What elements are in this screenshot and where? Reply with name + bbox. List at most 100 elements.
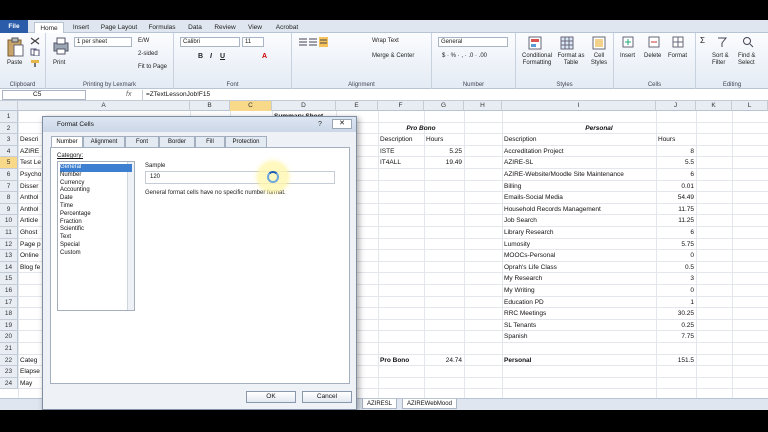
tab-alignment[interactable]: Alignment bbox=[83, 136, 125, 147]
category-list[interactable]: General Number Currency Accounting Date Time P… bbox=[57, 161, 135, 311]
tab-border[interactable]: Border bbox=[159, 136, 195, 147]
row-header-4[interactable]: 4 bbox=[0, 145, 18, 158]
category-item-special[interactable]: Special bbox=[60, 242, 132, 250]
column-header-h[interactable]: H bbox=[464, 101, 502, 111]
personal-hours-6[interactable]: 11.75 bbox=[658, 204, 694, 216]
personal-desc-11[interactable]: Oprah's Life Class bbox=[504, 262, 654, 274]
row-header-23[interactable]: 23 bbox=[0, 366, 18, 378]
personal-hours-8[interactable]: 6 bbox=[658, 227, 694, 239]
personal-desc-9[interactable]: Lumosity bbox=[504, 239, 654, 251]
personal-desc-13[interactable]: My Writing bbox=[504, 285, 654, 297]
pro-bono-desc-3[interactable]: IT4ALL bbox=[380, 157, 422, 169]
insert-cells-icon[interactable] bbox=[622, 36, 634, 48]
category-item-date[interactable]: Date bbox=[60, 195, 132, 203]
cut-icon[interactable] bbox=[30, 37, 40, 45]
personal-hours-5[interactable]: 54.49 bbox=[658, 192, 694, 204]
pro-bono-total-label[interactable]: Pro Bono bbox=[380, 355, 422, 367]
personal-hours-1[interactable]: 8 bbox=[658, 146, 694, 158]
tab-formulas[interactable]: Formulas bbox=[144, 22, 180, 33]
tab-review[interactable]: Review bbox=[210, 22, 240, 33]
tab-acrobat[interactable]: Acrobat bbox=[270, 22, 304, 33]
category-item-number[interactable]: Number bbox=[60, 172, 132, 180]
personal-desc-14[interactable]: Education PD bbox=[504, 297, 654, 309]
personal-hours-header[interactable]: Hours bbox=[658, 134, 694, 146]
personal-hours-15[interactable]: 30.25 bbox=[658, 308, 694, 320]
row-header-1[interactable]: 1 bbox=[0, 111, 18, 123]
pro-bono-hours-3[interactable]: 19.49 bbox=[426, 157, 462, 169]
insert-function-icon[interactable]: fx bbox=[92, 90, 138, 100]
row-header-18[interactable]: 18 bbox=[0, 308, 18, 320]
font-size-dropdown[interactable]: 11 bbox=[242, 37, 264, 47]
tab-protection[interactable]: Protection bbox=[225, 136, 267, 147]
two-sided-option[interactable]: 2-sided bbox=[138, 51, 158, 57]
autosum-icon[interactable]: Σ bbox=[700, 36, 705, 45]
personal-hours-13[interactable]: 0 bbox=[658, 285, 694, 297]
row-header-5[interactable]: 5 bbox=[0, 157, 18, 169]
personal-desc-7[interactable]: Job Search bbox=[504, 215, 654, 227]
pro-bono-heading[interactable]: Pro Bono bbox=[380, 123, 462, 135]
personal-desc-3[interactable]: AZIRE-Website/Moodle Site Maintenance bbox=[504, 169, 654, 181]
personal-hours-10[interactable]: 0 bbox=[658, 250, 694, 262]
row-header-15[interactable]: 15 bbox=[0, 273, 18, 285]
format-painter-icon[interactable] bbox=[30, 59, 40, 67]
pro-bono-desc-2[interactable]: ISTE bbox=[380, 146, 422, 158]
personal-desc-4[interactable]: Billing bbox=[504, 181, 654, 193]
personal-desc-8[interactable]: Library Research bbox=[504, 227, 654, 239]
personal-desc-17[interactable]: Spanish bbox=[504, 331, 654, 343]
column-header-l[interactable]: L bbox=[732, 101, 768, 111]
ok-button[interactable]: OK bbox=[246, 391, 296, 403]
personal-desc-2[interactable]: AZIRE-SL bbox=[504, 157, 654, 169]
number-format-dropdown[interactable]: General bbox=[438, 37, 508, 47]
category-item-accounting[interactable]: Accounting bbox=[60, 187, 132, 195]
category-item-custom[interactable]: Custom bbox=[60, 250, 132, 258]
personal-hours-11[interactable]: 0.5 bbox=[658, 262, 694, 274]
tab-insert[interactable]: Insert bbox=[68, 22, 94, 33]
row-header-3[interactable]: 3 bbox=[0, 134, 18, 146]
column-header-a[interactable]: A bbox=[18, 101, 190, 111]
bold-button[interactable]: B bbox=[198, 53, 203, 60]
column-header-g[interactable]: G bbox=[424, 101, 464, 111]
sheet-tab-azirewebmood[interactable]: AZIREWebMood bbox=[402, 399, 457, 409]
column-header-k[interactable]: K bbox=[696, 101, 732, 111]
tab-font[interactable]: Font bbox=[125, 136, 159, 147]
category-item-fraction[interactable]: Fraction bbox=[60, 219, 132, 227]
tab-fill[interactable]: Fill bbox=[195, 136, 225, 147]
vertical-align-icons[interactable] bbox=[298, 37, 328, 47]
format-cells-icon[interactable] bbox=[672, 36, 684, 48]
pro-bono-hours-2[interactable]: 5.25 bbox=[426, 146, 462, 158]
personal-desc-16[interactable]: SL Tenants bbox=[504, 320, 654, 332]
printer-pages-dropdown[interactable]: 1 per sheet bbox=[74, 37, 132, 47]
personal-hours-14[interactable]: 1 bbox=[658, 297, 694, 309]
select-all-corner[interactable] bbox=[0, 101, 18, 111]
cell-styles-icon[interactable] bbox=[592, 36, 606, 50]
row-header-20[interactable]: 20 bbox=[0, 331, 18, 343]
personal-desc-header[interactable]: Description bbox=[504, 134, 654, 146]
tab-page-layout[interactable]: Page Layout bbox=[98, 22, 140, 33]
font-name-dropdown[interactable]: Calibri bbox=[180, 37, 240, 47]
personal-desc-1[interactable]: Accreditation Project bbox=[504, 146, 654, 158]
personal-desc-5[interactable]: Emails-Social Media bbox=[504, 192, 654, 204]
personal-hours-16[interactable]: 0.25 bbox=[658, 320, 694, 332]
tab-file[interactable]: File bbox=[0, 20, 28, 33]
category-item-percentage[interactable]: Percentage bbox=[60, 211, 132, 219]
row-header-7[interactable]: 7 bbox=[0, 180, 18, 193]
personal-hours-12[interactable]: 3 bbox=[658, 273, 694, 285]
category-item-general[interactable]: General bbox=[60, 164, 132, 172]
wrap-text-button[interactable]: Wrap Text bbox=[372, 38, 399, 44]
find-select-icon[interactable] bbox=[742, 36, 754, 48]
category-item-scientific[interactable]: Scientific bbox=[60, 226, 132, 234]
italic-button[interactable]: I bbox=[210, 53, 212, 60]
close-icon[interactable]: ✕ bbox=[332, 119, 352, 129]
personal-desc-10[interactable]: MOOCs-Personal bbox=[504, 250, 654, 262]
row-header-10[interactable]: 10 bbox=[0, 215, 18, 227]
cancel-button[interactable]: Cancel bbox=[302, 391, 352, 403]
personal-hours-9[interactable]: 5.75 bbox=[658, 239, 694, 251]
tab-view[interactable]: View bbox=[244, 22, 266, 33]
pro-bono-total-value[interactable]: 24.74 bbox=[426, 355, 462, 367]
row-header-12[interactable]: 12 bbox=[0, 238, 18, 251]
row-header-9[interactable]: 9 bbox=[0, 203, 18, 216]
column-header-e[interactable]: E bbox=[336, 101, 378, 111]
paste-icon[interactable] bbox=[6, 37, 24, 57]
row-header-11[interactable]: 11 bbox=[0, 227, 18, 239]
ew-option[interactable]: E/W bbox=[138, 38, 149, 44]
